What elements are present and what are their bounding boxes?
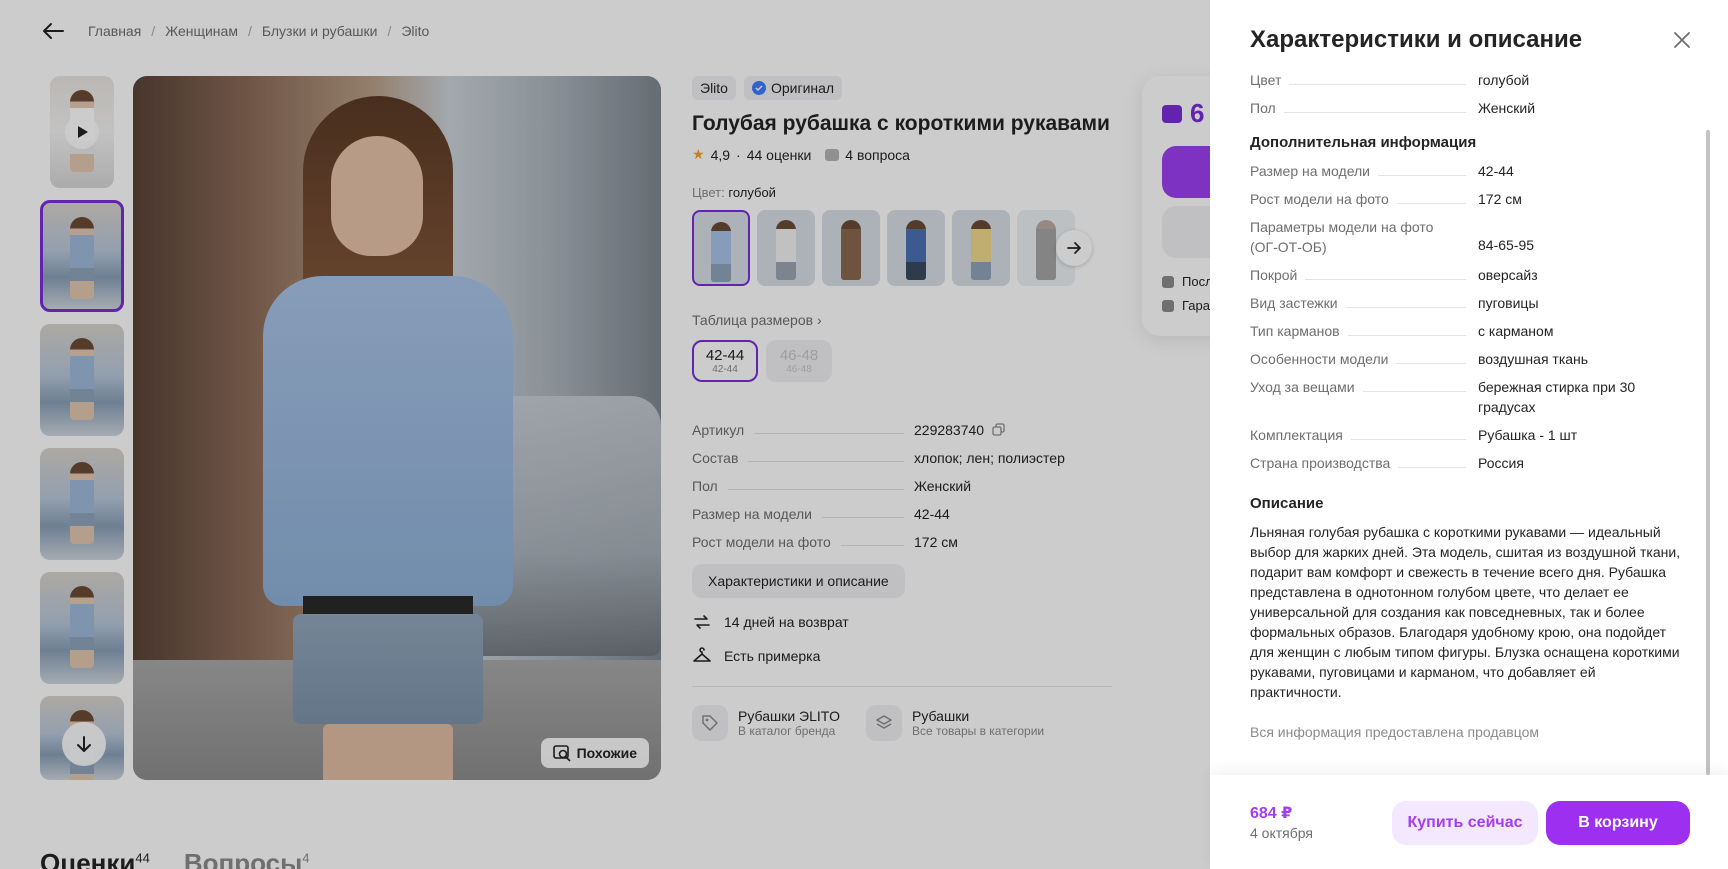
drawer-footer: 684 ₽ 4 октября Купить сейчас В корзину [1210,775,1728,869]
drawer-body: Цвет голубой Пол Женский Дополнительная ин… [1250,70,1690,740]
drawer-title: Характеристики и описание [1250,26,1583,53]
characteristic-key: Цвет [1250,70,1478,90]
characteristic-value: пуговицы [1478,295,1539,311]
characteristics-drawer: Характеристики и описание Цвет голубой По… [1210,0,1728,869]
row-leader [1396,203,1466,204]
characteristic-key: Страна производства [1250,453,1478,473]
add-to-cart-button[interactable]: В корзину [1546,801,1690,845]
characteristic-row: Уход за вещами бережная стирка при 30 гра… [1250,377,1690,417]
characteristic-value: Россия [1478,455,1524,471]
row-leader [1396,363,1466,364]
characteristic-key-label: Цвет [1250,70,1290,90]
characteristic-value: Рубашка - 1 шт [1478,427,1578,443]
characteristic-key: Размер на модели [1250,161,1478,181]
row-leader [1347,335,1466,336]
characteristic-value: 84-65-95 [1478,237,1535,253]
footer-delivery-date: 4 октября [1250,825,1313,841]
row-leader [1283,112,1466,113]
characteristic-key: Рост модели на фото [1250,189,1478,209]
characteristic-key-label: Пол [1250,98,1284,118]
characteristic-key-label: Особенности модели [1250,349,1397,369]
characteristic-value: 42-44 [1478,163,1514,179]
row-leader [1398,467,1466,468]
characteristic-row: Вид застежки пуговицы [1250,293,1690,313]
row-leader [1305,279,1466,280]
row-leader [1362,391,1466,392]
characteristic-key: Тип карманов [1250,321,1478,341]
seller-note: Вся информация предоставлена продавцом [1250,724,1540,740]
buy-now-button[interactable]: Купить сейчас [1392,801,1538,845]
characteristic-value: Женский [1478,100,1536,116]
characteristic-row: Комплектация Рубашка - 1 шт [1250,425,1690,445]
description-text: Льняная голубая рубашка с короткими рука… [1250,524,1681,700]
row-leader [1350,439,1466,440]
description-heading: Описание [1250,495,1324,512]
characteristic-key: Пол [1250,98,1478,118]
close-icon[interactable] [1670,28,1694,52]
characteristic-key-label: Комплектация [1250,425,1351,445]
footer-price: 684 ₽ [1250,805,1293,822]
row-leader [1378,175,1466,176]
characteristic-row: Особенности модели воздушная ткань [1250,349,1690,369]
characteristic-key: Параметры модели на фото (ОГ-ОТ-ОБ) [1250,217,1478,257]
characteristic-key: Уход за вещами [1250,377,1478,417]
characteristic-key-label: Уход за вещами [1250,377,1363,397]
characteristic-value: голубой [1478,72,1530,88]
modal-backdrop[interactable] [0,0,1210,869]
characteristic-key-label: Параметры модели на фото (ОГ-ОТ-ОБ) [1250,217,1470,257]
characteristic-value: бережная стирка при 30 градусах [1478,379,1636,415]
characteristic-row: Страна производства Россия [1250,453,1690,473]
additional-info-heading: Дополнительная информация [1250,134,1477,151]
characteristic-row: Покрой оверсайз [1250,265,1690,285]
characteristic-key-label: Вид застежки [1250,293,1346,313]
characteristic-row: Рост модели на фото 172 см [1250,189,1690,209]
characteristic-row: Тип карманов с карманом [1250,321,1690,341]
characteristic-row: Параметры модели на фото (ОГ-ОТ-ОБ) 84-65… [1250,217,1690,257]
characteristic-key-label: Размер на модели [1250,161,1378,181]
characteristic-value: оверсайз [1478,267,1538,283]
row-leader [1289,84,1466,85]
characteristic-value: 172 см [1478,191,1522,207]
characteristic-key: Покрой [1250,265,1478,285]
drawer-scrollbar[interactable] [1706,130,1710,775]
characteristic-key-label: Покрой [1250,265,1306,285]
characteristic-key-label: Страна производства [1250,453,1399,473]
characteristic-row: Размер на модели 42-44 [1250,161,1690,181]
characteristic-row: Цвет голубой [1250,70,1690,90]
characteristic-key-label: Рост модели на фото [1250,189,1397,209]
characteristic-row: Пол Женский [1250,98,1690,118]
characteristic-key: Особенности модели [1250,349,1478,369]
characteristic-key: Комплектация [1250,425,1478,445]
characteristic-value: воздушная ткань [1478,351,1589,367]
characteristic-key-label: Тип карманов [1250,321,1348,341]
characteristic-key: Вид застежки [1250,293,1478,313]
characteristic-value: с карманом [1478,323,1554,339]
row-leader [1345,307,1466,308]
